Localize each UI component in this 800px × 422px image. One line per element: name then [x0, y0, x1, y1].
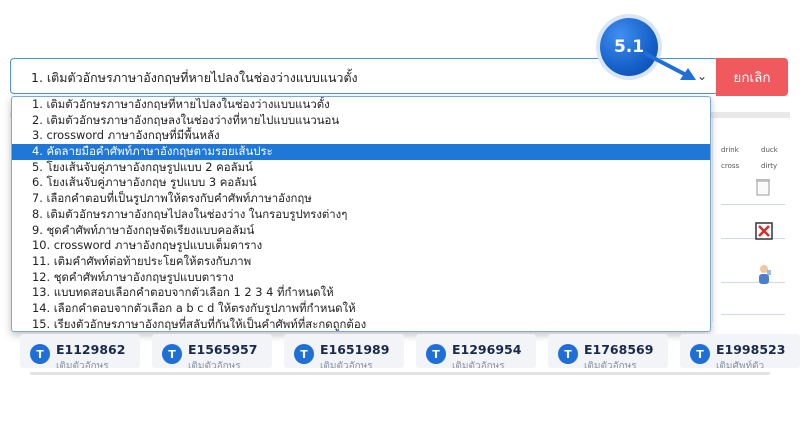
dropdown-option[interactable]: 2. เติมตัวอักษรภาษาอังกฤษลงในช่องว่างที่…	[12, 113, 710, 129]
worksheet-subtitle: เติมศัพท์ตัว	[716, 361, 765, 368]
worksheet-card[interactable]: T E1768569 เติมตัวอักษร	[548, 334, 668, 368]
worksheet-type-icon: T	[162, 344, 182, 364]
preview-line	[721, 314, 785, 315]
worksheet-cards-row: T E1129862 เติมตัวอักษร T E1565957 เติมตัวอัก…	[0, 334, 800, 374]
cancel-button[interactable]: ยกเลิก	[716, 58, 788, 96]
dropdown-option[interactable]: 10. crossword ภาษาอังกฤษรูปแบบเต็มตาราง	[12, 238, 710, 254]
preview-line	[721, 282, 785, 283]
select-current-value: 1. เติมตัวอักษรภาษาอังกฤษที่หายไปลงในช่อ…	[31, 70, 358, 85]
horizontal-scrollbar[interactable]	[30, 372, 770, 375]
preview-word-drink: drink	[721, 146, 739, 154]
dropdown-option[interactable]: 14. เลือกคำตอบจากตัวเลือก a b c d ให้ตรง…	[12, 301, 710, 317]
worksheet-preview: drink duck cross dirty	[712, 118, 791, 322]
trash-icon	[756, 179, 770, 196]
worksheet-type-icon: T	[426, 344, 446, 364]
dropdown-option[interactable]: 3. crossword ภาษาอังกฤษที่มีพื้นหลัง	[12, 128, 710, 144]
worksheet-code: E1998523	[716, 342, 786, 357]
worksheet-code: E1651989	[320, 342, 390, 357]
preview-word-duck: duck	[761, 146, 778, 154]
worksheet-subtitle: เติมตัวอักษร	[188, 361, 241, 368]
preview-word-cross: cross	[721, 162, 740, 170]
worksheet-type-icon: T	[690, 344, 710, 364]
dropdown-option[interactable]: 15. เรียงตัวอักษรภาษาอังกฤษที่สลับที่กัน…	[12, 317, 710, 331]
dropdown-option[interactable]: 5. โยงเส้นจับคู่ภาษาอังกฤษรูปแบบ 2 คอลัม…	[12, 160, 710, 176]
worksheet-card[interactable]: T E1651989 เติมตัวอักษร	[284, 334, 404, 368]
worksheet-subtitle: เติมตัวอักษร	[320, 361, 373, 368]
dropdown-option[interactable]: 8. เติมตัวอักษรภาษาอังกฤษไปลงในช่องว่าง …	[12, 207, 710, 223]
worksheet-card[interactable]: T E1998523 เติมศัพท์ตัว	[680, 334, 800, 368]
dropdown-option[interactable]: 13. แบบทดสอบเลือกคำตอบจากตัวเลือก 1 2 3 …	[12, 285, 710, 301]
worksheet-type-icon: T	[294, 344, 314, 364]
cross-box-icon	[755, 222, 773, 240]
dropdown-option[interactable]: 6. โยงเส้นจับคู่ภาษาอังกฤษ รูปแบบ 3 คอลั…	[12, 175, 710, 191]
dropdown-option[interactable]: 12. ชุดคำศัพท์ภาษาอังกฤษรูปแบบตาราง	[12, 270, 710, 286]
dropdown-option[interactable]: 7. เลือกคำตอบที่เป็นรูปภาพให้ตรงกับคำศัพ…	[12, 191, 710, 207]
worksheet-type-icon: T	[558, 344, 578, 364]
worksheet-subtitle: เติมตัวอักษร	[452, 361, 505, 368]
pointer-arrow-icon	[644, 52, 696, 80]
dropdown-option[interactable]: 4. คัดลายมือคำศัพท์ภาษาอังกฤษตามรอยเส้นป…	[12, 144, 710, 160]
worksheet-code: E1296954	[452, 342, 522, 357]
dropdown-option[interactable]: 11. เติมคำศัพท์ต่อท้ายประโยคให้ตรงกับภาพ	[12, 254, 710, 270]
worksheet-type-icon: T	[30, 344, 50, 364]
worksheet-subtitle: เติมตัวอักษร	[56, 361, 109, 368]
dropdown-option[interactable]: 1. เติมตัวอักษรภาษาอังกฤษที่หายไปลงในช่อ…	[12, 97, 710, 113]
worksheet-subtitle: เติมตัวอักษร	[584, 361, 637, 368]
preview-line	[721, 204, 785, 205]
dropdown-option[interactable]: 9. ชุดคำศัพท์ภาษาอังกฤษจัดเรียงแบบคอลัมน…	[12, 223, 710, 239]
person-drinking-icon	[759, 265, 771, 284]
worksheet-code: E1768569	[584, 342, 654, 357]
worksheet-card[interactable]: T E1296954 เติมตัวอักษร	[416, 334, 536, 368]
worksheet-type-dropdown: 1. เติมตัวอักษรภาษาอังกฤษที่หายไปลงในช่อ…	[11, 96, 711, 332]
worksheet-code: E1565957	[188, 342, 258, 357]
worksheet-card[interactable]: T E1565957 เติมตัวอักษร	[152, 334, 272, 368]
worksheet-code: E1129862	[56, 342, 126, 357]
worksheet-card[interactable]: T E1129862 เติมตัวอักษร	[20, 334, 140, 368]
preview-word-dirty: dirty	[761, 162, 778, 170]
preview-line	[721, 238, 785, 239]
